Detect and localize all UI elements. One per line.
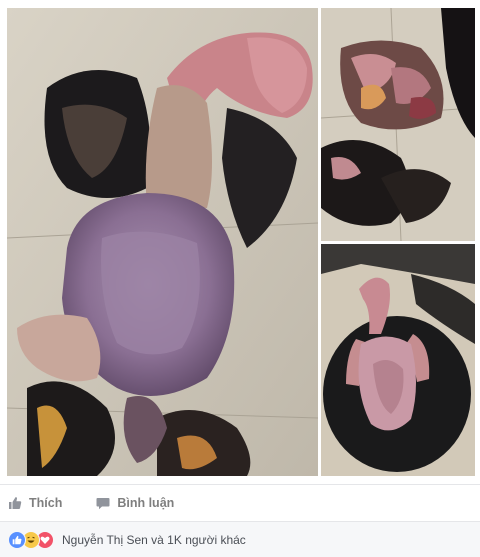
like-button[interactable]: Thích: [8, 496, 62, 510]
bottom-right-photo[interactable]: [321, 244, 475, 476]
comment-label: Bình luận: [117, 496, 175, 510]
action-bar: Thích Bình luận: [0, 484, 480, 521]
reaction-summary[interactable]: Nguyễn Thị Sen và 1K người khác: [62, 533, 246, 547]
like-label: Thích: [29, 496, 63, 510]
main-photo[interactable]: [7, 8, 318, 476]
thumbs-up-icon: [8, 496, 22, 510]
like-icon: [8, 530, 26, 549]
top-right-photo[interactable]: [321, 8, 475, 241]
photo-grid: [7, 8, 475, 476]
comment-icon: [96, 497, 110, 510]
reactions-bar[interactable]: Nguyễn Thị Sen và 1K người khác: [0, 521, 480, 557]
comment-button[interactable]: Bình luận: [96, 496, 174, 510]
facebook-post: Thích Bình luận Nguyễn Thị Sen và 1K ngư…: [0, 0, 480, 557]
reaction-icons[interactable]: [8, 530, 54, 549]
